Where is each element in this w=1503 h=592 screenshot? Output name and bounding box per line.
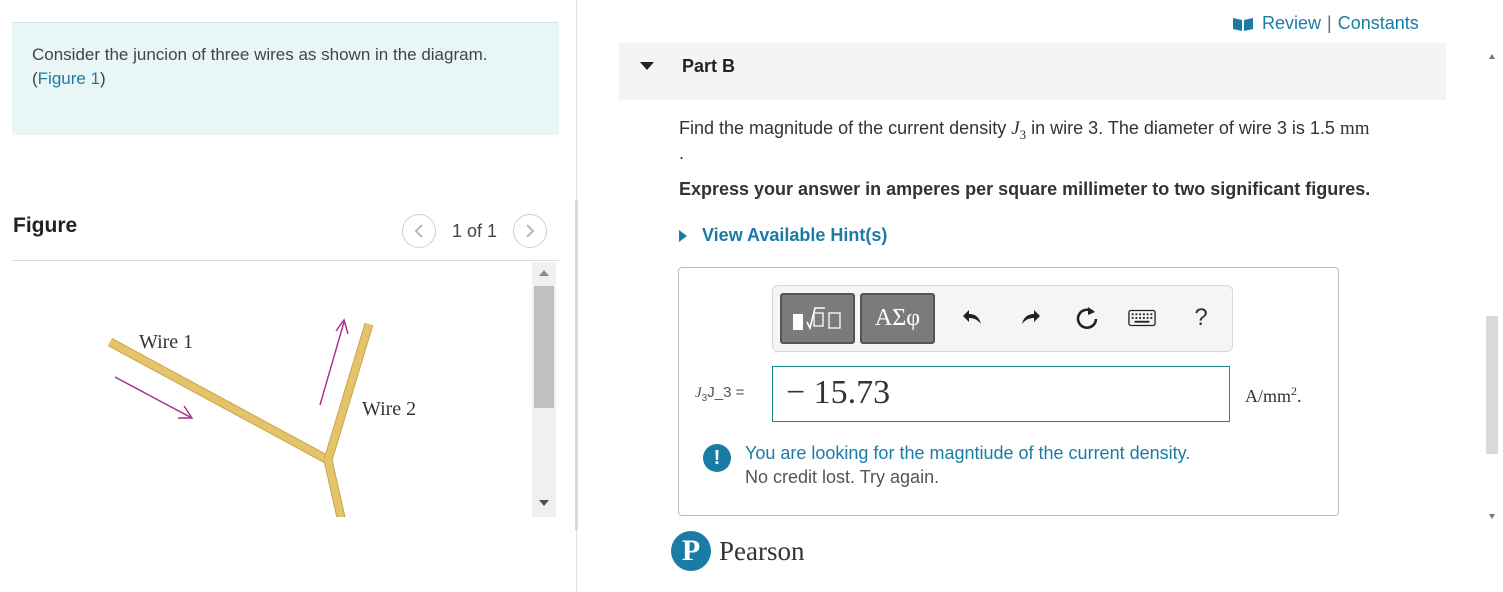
answer-label: J3J_3 = — [695, 384, 745, 404]
redo-icon[interactable] — [1016, 304, 1044, 332]
undo-icon[interactable] — [959, 304, 987, 332]
previous-figure-button[interactable] — [402, 214, 436, 248]
intro-box: Consider the juncion of three wires as s… — [12, 23, 559, 135]
chevron-left-icon — [414, 224, 423, 238]
math-toolbar: ΑΣφ ? — [772, 285, 1233, 352]
page-scroll-up[interactable] — [1489, 54, 1495, 59]
templates-button[interactable] — [780, 293, 855, 344]
question-period: . — [679, 143, 685, 163]
figure-title: Figure — [13, 214, 78, 237]
question-pre: Find the magnitude of the current densit… — [679, 118, 1012, 138]
book-icon — [1233, 17, 1253, 31]
figure-link[interactable]: Figure 1 — [38, 69, 100, 88]
question-unit: mm — [1339, 118, 1370, 139]
pearson-brand: Pearson — [719, 535, 805, 566]
hints-label: View Available Hint(s) — [702, 225, 888, 245]
scroll-up-arrow[interactable] — [539, 270, 549, 276]
wire-2-label: Wire 2 — [362, 398, 416, 420]
wire-1-label: Wire 1 — [139, 331, 193, 353]
pearson-footer: P Pearson — [671, 531, 804, 571]
part-label: Part B — [682, 56, 736, 76]
answer-box: ΑΣφ ? J3J_3 = − 15.73 A/mm2. ! You are l… — [678, 267, 1339, 516]
figure-image: Wire 1 Wire 2 — [12, 262, 532, 517]
review-link[interactable]: Review — [1262, 13, 1321, 34]
keyboard-icon[interactable] — [1128, 304, 1156, 332]
view-hints-toggle[interactable]: View Available Hint(s) — [679, 225, 887, 246]
wire-junction-diagram: Wire 1 Wire 2 — [107, 318, 416, 517]
help-button[interactable]: ? — [1187, 304, 1215, 332]
link-separator: | — [1327, 13, 1332, 33]
figure-page-indicator: 1 of 1 — [452, 220, 498, 241]
question-mid: in wire 3. The diameter of wire 3 is 1.5 — [1026, 118, 1340, 138]
figure-divider — [12, 260, 559, 261]
answer-input[interactable]: − 15.73 — [772, 366, 1230, 422]
math-templates-icon — [792, 306, 841, 330]
caret-down-icon — [640, 62, 654, 70]
symbols-button[interactable]: ΑΣφ — [860, 293, 935, 344]
chevron-right-icon — [526, 224, 535, 238]
answer-instruction: Express your answer in amperes per squar… — [679, 179, 1371, 199]
page-scroll-down[interactable] — [1489, 514, 1495, 519]
left-pane: Consider the juncion of three wires as s… — [0, 0, 578, 592]
pane-resize-handle[interactable] — [575, 200, 578, 530]
scroll-down-arrow[interactable] — [539, 500, 549, 506]
page-scroll-thumb[interactable] — [1486, 316, 1498, 454]
review-constants-links: Review | Constants — [1232, 13, 1419, 34]
page-scrollbar[interactable] — [1483, 42, 1501, 527]
question-text: Find the magnitude of the current densit… — [679, 116, 1459, 147]
feedback-note: No credit lost. Try again. — [745, 467, 940, 487]
question-variable: J3 — [1011, 118, 1027, 142]
part-b-header[interactable]: Part B — [619, 43, 1446, 100]
pearson-logo: P — [671, 531, 711, 571]
intro-text-close: ) — [100, 69, 106, 88]
next-figure-button[interactable] — [513, 214, 548, 248]
figure-pager: 1 of 1 — [402, 214, 548, 248]
scroll-thumb[interactable] — [534, 286, 554, 408]
constants-link[interactable]: Constants — [1338, 13, 1419, 34]
caret-right-icon — [679, 229, 687, 242]
figure-scrollbar[interactable] — [532, 262, 556, 517]
answer-unit: A/mm2. — [1245, 384, 1302, 406]
reset-icon[interactable] — [1073, 304, 1101, 332]
feedback-text: You are looking for the magntiude of the… — [745, 443, 1191, 463]
feedback-message: ! You are looking for the magntiude of t… — [703, 441, 1190, 489]
alert-icon: ! — [703, 444, 731, 472]
